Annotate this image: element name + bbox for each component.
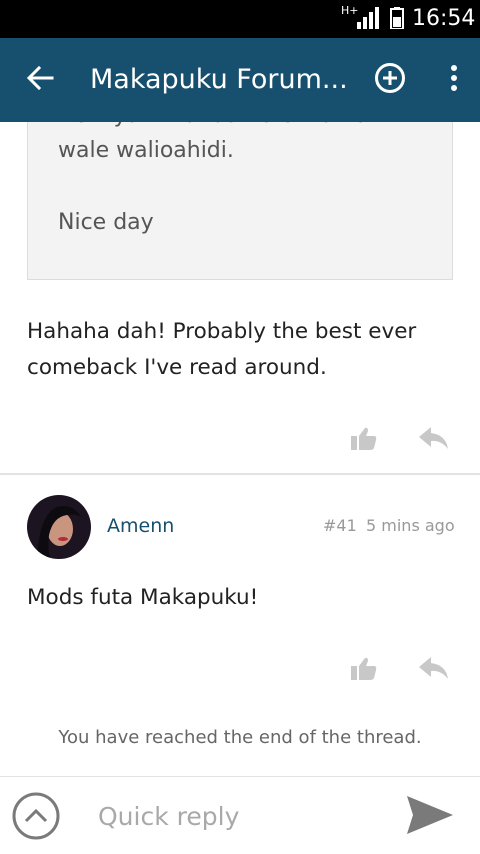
page-title: Makapuku Forum... — [90, 64, 348, 95]
reply-icon — [419, 657, 449, 683]
overflow-menu-button[interactable] — [440, 60, 468, 100]
like-button[interactable] — [344, 652, 384, 688]
status-bar: H+ 16:54 — [0, 0, 480, 38]
quote-line: Nice day — [58, 210, 154, 235]
chevron-up-circle-icon — [12, 792, 60, 844]
new-post-button[interactable] — [370, 60, 410, 100]
end-of-thread-note: You have reached the end of the thread. — [58, 727, 422, 748]
post-body: Mods futa Makapuku! — [27, 585, 259, 610]
battery-icon — [390, 7, 404, 33]
clock: 16:54 — [412, 6, 476, 31]
thread-content[interactable]: Nchi ya viwanda italetwa na wale walioah… — [0, 122, 480, 777]
post-number: #41 — [323, 516, 357, 535]
scroll-up-button[interactable] — [12, 792, 60, 840]
thumbs-up-icon — [351, 426, 377, 454]
quote-line: Nchi ya viwanda italetwa na — [58, 122, 368, 131]
reply-button[interactable] — [414, 422, 454, 458]
quote-line: wale walioahidi. — [58, 138, 234, 163]
like-button[interactable] — [344, 422, 384, 458]
reply-bar-divider — [0, 776, 480, 777]
network-type: H+ — [341, 4, 359, 17]
avatar[interactable] — [27, 495, 91, 559]
quick-reply-input[interactable] — [98, 798, 378, 834]
post-timestamp: 5 mins ago — [366, 516, 455, 535]
post-body: Hahaha dah! Probably the best ever comeb… — [27, 319, 417, 380]
arrow-back-icon — [26, 64, 54, 96]
post-divider — [0, 473, 480, 475]
reply-icon — [419, 427, 449, 453]
quick-reply-bar — [0, 778, 480, 854]
quote-block: Nchi ya viwanda italetwa na wale walioah… — [27, 122, 453, 280]
reply-button[interactable] — [414, 652, 454, 688]
add-circle-icon — [374, 62, 406, 98]
thumbs-up-icon — [351, 656, 377, 684]
signal-icon — [357, 7, 381, 33]
send-icon — [407, 796, 453, 838]
author-name[interactable]: Amenn — [107, 512, 174, 540]
app-bar: Makapuku Forum... — [0, 38, 480, 122]
send-button[interactable] — [404, 796, 456, 838]
back-button[interactable] — [20, 60, 60, 100]
more-vert-icon — [450, 64, 458, 96]
